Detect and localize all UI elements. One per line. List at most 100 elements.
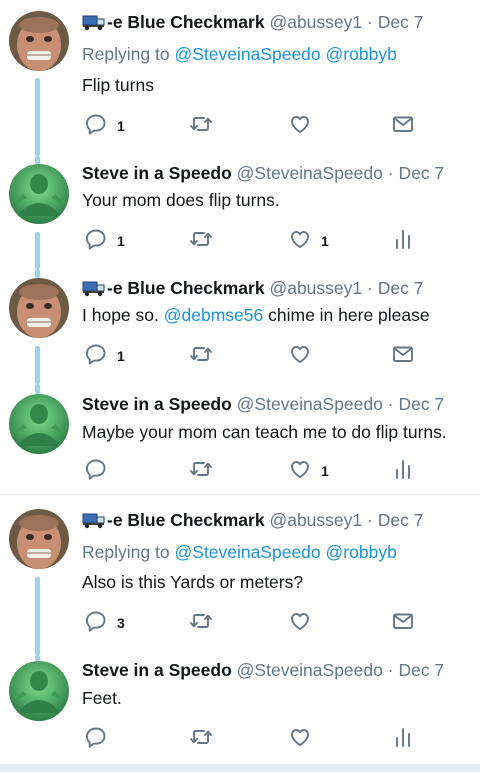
tweet-date[interactable]: Dec 7 (378, 278, 424, 298)
reply-icon (85, 610, 107, 637)
analytics-button[interactable] (394, 227, 412, 255)
tweet-actions: 1 (0, 342, 480, 370)
display-name[interactable]: -e Blue Checkmark (107, 12, 265, 32)
separator-dot: · (387, 660, 394, 680)
retweet-button[interactable] (189, 342, 213, 370)
tweet-header: -e Blue Checkmark @abussey1 · Dec 7 (82, 509, 423, 534)
tweet[interactable]: Steve in a Speedo @SteveinaSpeedo · Dec … (0, 156, 480, 269)
tweet-text: Also is this Yards or meters? (82, 572, 304, 592)
user-handle[interactable]: @abussey1 (269, 510, 362, 530)
heart-icon (289, 343, 311, 370)
tweet-actions: 3 (0, 609, 480, 637)
mention-link[interactable]: @SteveinaSpeedo (174, 542, 320, 562)
mention-link[interactable]: @robbyb (326, 44, 397, 64)
tweet[interactable]: Steve in a Speedo @SteveinaSpeedo · Dec … (0, 655, 480, 763)
envelope-icon (392, 113, 414, 140)
separator-dot: · (367, 510, 373, 530)
like-button[interactable] (289, 609, 311, 637)
reply-icon (85, 113, 107, 140)
tweet-thread: -e Blue Checkmark @abussey1 · Dec 7 Repl… (0, 0, 480, 774)
retweet-button[interactable] (189, 112, 213, 140)
separator-dot: · (387, 163, 394, 183)
tweet-header: Steve in a Speedo @SteveinaSpeedo · Dec … (82, 393, 444, 415)
tweet-actions: 1 (0, 112, 480, 140)
tweet-header: Steve in a Speedo @SteveinaSpeedo · Dec … (82, 162, 444, 184)
retweet-button[interactable] (189, 725, 213, 753)
retweet-icon (189, 610, 213, 637)
analytics-button[interactable] (394, 457, 412, 485)
like-button[interactable] (289, 342, 311, 370)
reply-button[interactable]: 3 (85, 609, 125, 637)
tweet-date[interactable]: Dec 7 (398, 394, 444, 414)
like-button[interactable] (289, 112, 311, 140)
separator-dot: · (367, 12, 373, 32)
replying-to-label: Replying to (82, 542, 170, 562)
tweet-date[interactable]: Dec 7 (398, 660, 444, 680)
user-handle[interactable]: @SteveinaSpeedo (237, 660, 383, 680)
direct-message-button[interactable] (392, 112, 414, 140)
avatar-abussey1[interactable] (9, 509, 69, 569)
thread-line (35, 384, 40, 394)
avatar-abussey1[interactable] (9, 11, 69, 71)
mention-link[interactable]: @SteveinaSpeedo (174, 44, 320, 64)
replying-to-label: Replying to (82, 44, 170, 64)
heart-icon (289, 458, 311, 485)
tweet-date[interactable]: Dec 7 (378, 510, 424, 530)
like-button[interactable]: 1 (289, 227, 329, 255)
avatar-steveinaspeedo[interactable] (9, 164, 69, 224)
tweet-text-part: I hope so. (82, 305, 159, 325)
display-name[interactable]: -e Blue Checkmark (107, 278, 265, 298)
truck-icon (82, 14, 106, 36)
reply-count: 1 (117, 348, 125, 364)
reply-button[interactable]: 1 (85, 112, 125, 140)
display-name[interactable]: -e Blue Checkmark (107, 510, 265, 530)
avatar-steveinaspeedo[interactable] (9, 661, 69, 721)
direct-message-button[interactable] (392, 609, 414, 637)
envelope-icon (392, 343, 414, 370)
tweet-actions (0, 725, 480, 753)
display-name[interactable]: Steve in a Speedo (82, 394, 232, 414)
tweet[interactable]: -e Blue Checkmark @abussey1 · Dec 7 Repl… (0, 0, 480, 156)
user-handle[interactable]: @abussey1 (269, 12, 362, 32)
retweet-icon (189, 458, 213, 485)
retweet-icon (189, 228, 213, 255)
reply-button[interactable]: 1 (85, 227, 125, 255)
tweet[interactable]: -e Blue Checkmark @abussey1 · Dec 7 Repl… (0, 495, 480, 655)
tweet-header: -e Blue Checkmark @abussey1 · Dec 7 (82, 277, 423, 302)
analytics-icon (394, 726, 412, 753)
retweet-button[interactable] (189, 457, 213, 485)
replying-to: Replying to @SteveinaSpeedo @robbyb (82, 43, 397, 65)
like-button[interactable] (289, 725, 321, 753)
tweet-text: Maybe your mom can teach me to do flip t… (82, 422, 447, 442)
user-handle[interactable]: @abussey1 (269, 278, 362, 298)
retweet-icon (189, 343, 213, 370)
reply-button[interactable] (85, 457, 117, 485)
mention-link[interactable]: @robbyb (326, 542, 397, 562)
user-handle[interactable]: @SteveinaSpeedo (237, 394, 383, 414)
retweet-button[interactable] (189, 227, 213, 255)
tweet[interactable]: Steve in a Speedo @SteveinaSpeedo · Dec … (0, 384, 480, 492)
reply-count: 1 (117, 233, 125, 249)
reply-button[interactable]: 1 (85, 342, 125, 370)
display-name[interactable]: Steve in a Speedo (82, 163, 232, 183)
analytics-button[interactable] (394, 725, 412, 753)
display-name[interactable]: Steve in a Speedo (82, 660, 232, 680)
reply-icon (85, 726, 107, 753)
user-handle[interactable]: @SteveinaSpeedo (237, 163, 383, 183)
tweet-date[interactable]: Dec 7 (398, 163, 444, 183)
tweet-date[interactable]: Dec 7 (378, 12, 424, 32)
direct-message-button[interactable] (392, 342, 414, 370)
avatar-abussey1[interactable] (9, 278, 69, 338)
avatar-steveinaspeedo[interactable] (9, 394, 69, 454)
tweet[interactable]: -e Blue Checkmark @abussey1 · Dec 7 I ho… (0, 269, 480, 384)
tweet-text: Flip turns (82, 75, 154, 95)
mention-link[interactable]: @debmse56 (164, 305, 264, 325)
analytics-icon (394, 458, 412, 485)
reply-button[interactable] (85, 725, 117, 753)
thread-line (35, 269, 40, 278)
heart-icon (289, 610, 311, 637)
retweet-button[interactable] (189, 609, 213, 637)
like-button[interactable]: 1 (289, 457, 329, 485)
tweet-text-part: chime in here please (268, 305, 430, 325)
tweet-actions: 1 1 (0, 227, 480, 255)
